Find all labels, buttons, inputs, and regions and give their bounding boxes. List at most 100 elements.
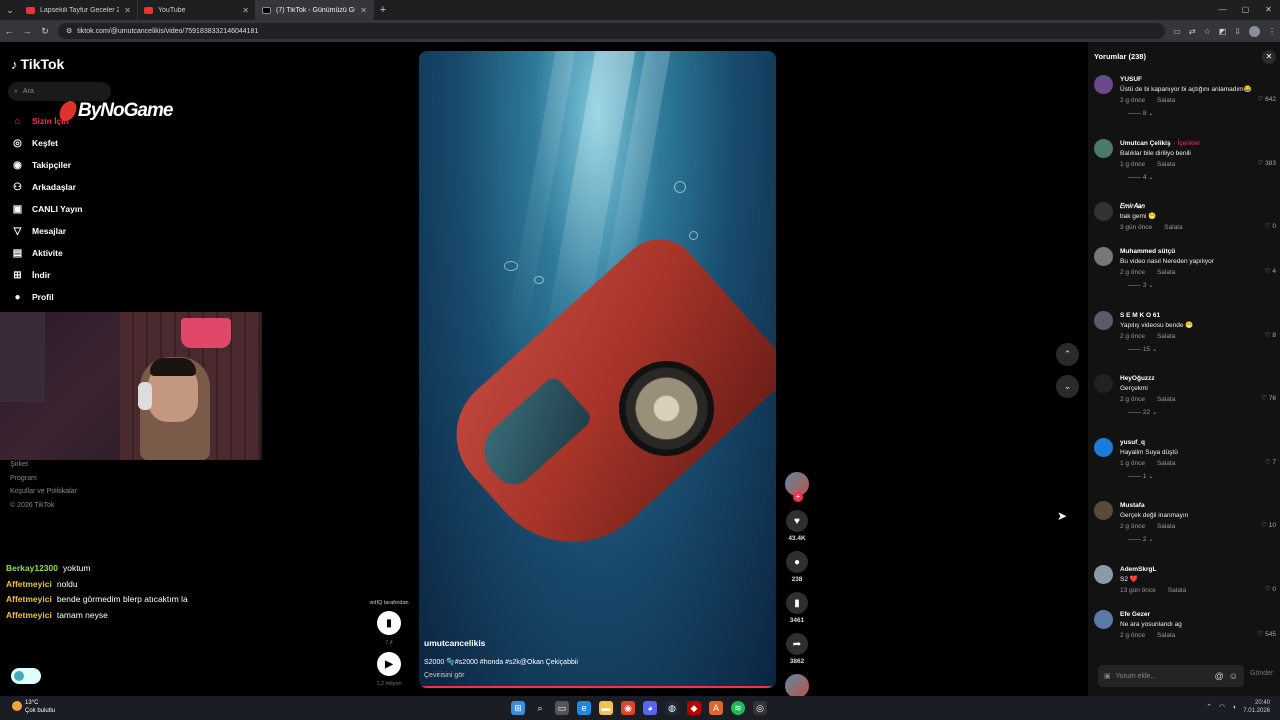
chrome-icon[interactable]: ◉ [621,701,635,715]
comment-avatar[interactable] [1094,564,1113,584]
creator-avatar[interactable]: + [785,472,809,502]
comment-avatar[interactable] [1094,501,1113,520]
comment-like[interactable]: ♡ 545 [1258,630,1277,638]
browser-tab[interactable]: Lapsekili Tayfur Geceler 2017 D... ✕ [20,0,138,20]
sidebar-item-explore[interactable]: ◎ Keşfet [11,132,82,154]
comment-avatar[interactable] [1094,437,1113,457]
obs-icon[interactable]: ◎ [753,701,767,715]
like-heart-icon[interactable]: ♥ [786,510,808,532]
theme-toggle[interactable] [11,668,41,684]
view-replies[interactable]: —— 2 ⌄ [1120,533,1276,546]
reply-button[interactable]: Salata [1157,458,1175,470]
comment-author[interactable]: YUSUF [1120,75,1276,84]
reply-button[interactable]: Salata [1164,222,1182,234]
send-button[interactable]: Gönder [1250,670,1273,677]
view-replies[interactable]: —— 8 ⌄ [1120,107,1276,120]
browser-tab[interactable]: YouTube ✕ [138,0,256,20]
discord-icon[interactable]: ◕ [643,701,657,715]
view-replies[interactable]: —— 22 ⌄ [1120,406,1276,419]
comment-like[interactable]: ♡ 4 [1265,267,1276,275]
previous-video-chevron-up-icon[interactable]: ⌃ [1056,343,1079,366]
comment-input[interactable]: ▣ Yorum ekle... @ ☺ [1098,665,1244,687]
comment-bubble-icon[interactable]: ● [786,551,808,573]
translate-icon[interactable]: ⇄ [1189,27,1196,36]
stats-icon[interactable]: ▮ [377,611,401,635]
close-window-icon[interactable]: ✕ [1257,0,1280,20]
close-icon[interactable]: ✕ [360,6,367,15]
comment-avatar[interactable] [1094,374,1113,393]
downloads-icon[interactable]: ⇩ [1234,27,1241,36]
comment-like[interactable]: ♡ 383 [1258,159,1277,167]
close-icon[interactable]: ✕ [1262,50,1276,64]
search-input[interactable]: ⌕ Ara [8,82,111,101]
url-field[interactable]: ⚙ tiktok.com/@umutcancelikis/video/75918… [58,23,1166,39]
windows-start-icon[interactable]: ⊞ [511,701,525,715]
comment-author[interactable]: Mustafa [1120,501,1276,510]
footer-link[interactable]: Şirket [10,458,77,472]
comment-author[interactable]: yusuf_q [1120,438,1276,447]
tab-list-chevron-icon[interactable]: ⌄ [0,5,20,16]
steam-icon[interactable]: ◍ [665,701,679,715]
comment-like[interactable]: ♡ 8 [1265,331,1276,339]
volume-icon[interactable]: ◖ [1232,704,1236,711]
follow-plus-icon[interactable]: + [793,492,803,502]
menu-icon[interactable]: ⋮ [1268,27,1276,36]
music-disc-icon[interactable] [785,674,809,698]
reply-button[interactable]: Salata [1157,267,1175,279]
tiktok-logo[interactable]: ♪ TikTok [11,56,64,72]
view-replies[interactable]: —— 15 ⌄ [1120,343,1276,356]
comment-avatar[interactable] [1094,247,1113,266]
install-icon[interactable]: ▭ [1173,27,1181,36]
forward-icon[interactable]: → [22,26,32,36]
comment-avatar[interactable] [1094,202,1113,221]
video-player[interactable]: umutcancelikis S2000 🫧#s2000 #honda #s2k… [419,51,776,688]
view-replies[interactable]: —— 1 ⌄ [1120,470,1276,483]
comment-like[interactable]: ♡ 7 [1265,458,1276,466]
view-replies[interactable]: —— 4 ⌄ [1120,171,1276,184]
share-arrow-icon[interactable]: ➦ [786,633,808,655]
footer-link[interactable]: Program [10,472,77,486]
comment-author[interactable]: HeyOğuzzz [1120,374,1276,383]
task-view-icon[interactable]: ▭ [555,701,569,715]
reply-button[interactable]: Salata [1157,331,1175,343]
minimize-icon[interactable]: — [1211,0,1234,20]
comment-like[interactable]: ♡ 0 [1265,585,1276,593]
emoji-icon[interactable]: ☺ [1229,671,1238,681]
comment-like[interactable]: ♡ 10 [1261,521,1276,529]
spotify-icon[interactable]: ≋ [731,701,745,715]
reply-button[interactable]: Salata [1157,521,1175,533]
footer-link[interactable]: Koşullar ve Politikalar [10,485,77,499]
close-icon[interactable]: ✕ [242,6,249,15]
video-author[interactable]: umutcancelikis [424,638,764,648]
browser-tab-active[interactable]: (7) TikTok - Günümüzü Güzel... ✕ [256,0,374,20]
reply-button[interactable]: Salata [1157,159,1175,171]
mention-icon[interactable]: @ [1215,671,1224,681]
comment-avatar[interactable] [1094,609,1113,629]
profile-avatar[interactable] [1249,25,1260,37]
edge-icon[interactable]: e [577,701,591,715]
reply-button[interactable]: Salata [1168,585,1186,597]
close-icon[interactable]: ✕ [124,6,131,15]
game-launcher-icon[interactable]: ◆ [687,701,701,715]
comment-avatar[interactable] [1094,138,1113,158]
sidebar-item-download[interactable]: ⊞ İndir [11,264,82,286]
app-icon[interactable]: A [709,701,723,715]
site-info-icon[interactable]: ⚙ [66,27,72,35]
maximize-icon[interactable]: ▢ [1234,0,1257,20]
sidebar-item-messages[interactable]: ▽ Mesajlar [11,220,82,242]
next-video-chevron-down-icon[interactable]: ⌄ [1056,375,1079,398]
comment-author[interactable]: S E M K O 61 [1120,311,1276,320]
extensions-icon[interactable]: ◩ [1219,27,1227,36]
reply-button[interactable]: Salata [1157,95,1175,107]
play-icon[interactable]: ▶ [377,652,401,676]
search-icon[interactable]: ⌕ [533,701,547,715]
comment-author[interactable]: AdemSkrgL [1120,565,1276,574]
reply-button[interactable]: Salata [1157,630,1175,642]
comment-author[interactable]: Umutcan Çelikiş · İçerikler [1120,139,1276,148]
view-replies[interactable]: —— 3 ⌄ [1120,279,1276,292]
video-progress[interactable] [419,686,776,688]
wifi-icon[interactable]: ◠ [1219,703,1225,711]
translate-link[interactable]: Çevirisini gör [424,672,764,679]
clock[interactable]: 20:40 7.01.2026 [1243,699,1270,715]
sidebar-item-live[interactable]: ▣ CANLI Yayın [11,198,83,220]
